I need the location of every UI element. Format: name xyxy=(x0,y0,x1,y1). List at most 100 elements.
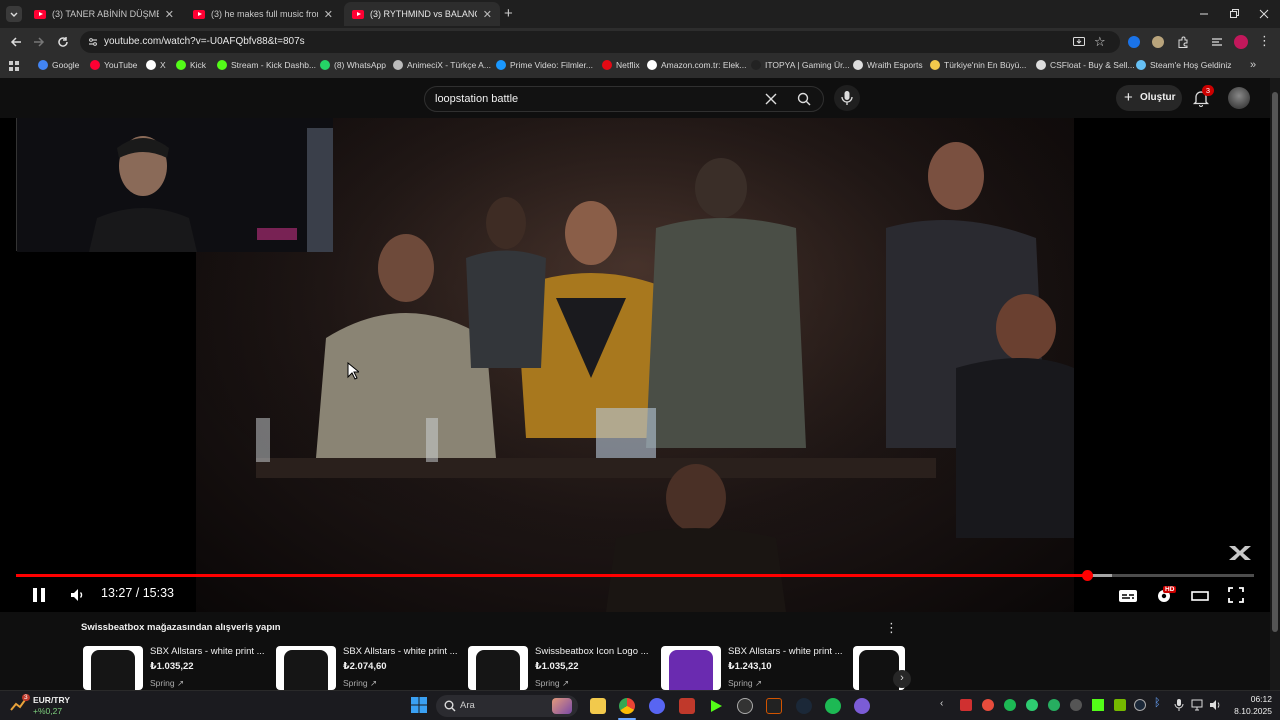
site-info-icon[interactable] xyxy=(88,37,98,47)
bookmark-item[interactable]: Türkiye'nin En Büyü... xyxy=(930,60,1026,70)
close-icon xyxy=(765,93,777,105)
back-button[interactable] xyxy=(8,34,24,50)
bookmark-item[interactable]: Google xyxy=(38,60,79,70)
new-tab-button[interactable]: + xyxy=(504,5,513,22)
microphone-tray-icon[interactable] xyxy=(1174,698,1184,712)
search-input[interactable]: loopstation battle xyxy=(424,86,824,112)
bookmark-star-icon[interactable]: ☆ xyxy=(1094,34,1106,50)
notifications-button[interactable]: 3 xyxy=(1192,85,1214,107)
tab-3[interactable]: (3) RYTHMIND vs BALANCE ✕ xyxy=(344,2,500,26)
stream-app-icon[interactable] xyxy=(679,698,695,714)
bookmark-item[interactable]: YouTube xyxy=(90,60,137,70)
bookmark-item[interactable]: Prime Video: Filmler... xyxy=(496,60,593,70)
tray-app-icon[interactable] xyxy=(1048,699,1060,711)
steam-icon[interactable] xyxy=(796,698,812,714)
restore-button[interactable] xyxy=(1226,6,1242,22)
tray-nvidia-icon[interactable] xyxy=(1114,699,1126,711)
bookmark-item[interactable]: Amazon.com.tr: Elek... xyxy=(647,60,747,70)
tab-2[interactable]: (3) he makes full music from o ✕ xyxy=(185,2,341,26)
bookmark-item[interactable]: AnimeciX - Türkçe A... xyxy=(393,60,491,70)
close-window-button[interactable] xyxy=(1256,6,1272,22)
tray-steam-icon[interactable] xyxy=(1134,699,1146,711)
start-button[interactable] xyxy=(411,697,427,713)
video-player[interactable]: 13:27 / 15:33 HD xyxy=(0,118,1270,612)
theater-mode-button[interactable] xyxy=(1190,588,1210,604)
network-icon[interactable] xyxy=(1190,698,1204,712)
product-card[interactable]: SBX Allstars - white print ... ₺2.074,60… xyxy=(276,646,461,690)
bookmark-item[interactable]: Netflix xyxy=(602,60,640,70)
youtube-favicon-icon xyxy=(34,9,46,19)
apps-grid-icon[interactable] xyxy=(8,60,20,72)
tray-spotify-icon[interactable] xyxy=(1004,699,1016,711)
volume-tray-icon[interactable] xyxy=(1208,698,1222,712)
bookmarks-overflow-icon[interactable]: » xyxy=(1250,59,1256,71)
plus-icon: + xyxy=(1124,89,1133,106)
taskbar-search[interactable]: Ara xyxy=(436,695,578,717)
url-field[interactable]: youtube.com/watch?v=-U0AFQbfv88&t=807s xyxy=(80,31,1120,53)
extensions-puzzle-icon[interactable] xyxy=(1176,35,1190,49)
spotify-icon[interactable] xyxy=(825,698,841,714)
fullscreen-button[interactable] xyxy=(1227,586,1245,604)
restore-icon xyxy=(1230,9,1239,18)
bookmark-item[interactable]: Wraith Esports xyxy=(853,60,923,70)
install-app-icon[interactable] xyxy=(1072,35,1086,49)
product-card[interactable]: SBX Allstars - white print ... ₺1.243,10… xyxy=(661,646,846,690)
tray-app-icon[interactable] xyxy=(1026,699,1038,711)
app-icon[interactable] xyxy=(854,698,870,714)
shelf-more-icon[interactable]: ⋮ xyxy=(885,620,898,636)
create-button[interactable]: + Oluştur xyxy=(1116,85,1182,111)
reload-button[interactable] xyxy=(55,34,71,50)
tab-search-button[interactable] xyxy=(6,6,22,22)
tray-app-icon[interactable] xyxy=(960,699,972,711)
clock[interactable]: 06:12 8.10.2025 xyxy=(1230,694,1272,716)
settings-button[interactable]: HD xyxy=(1155,586,1177,606)
bookmark-item[interactable]: Steam'e Hoş Geldiniz xyxy=(1136,60,1231,70)
pause-button[interactable] xyxy=(30,586,48,604)
file-explorer-icon[interactable] xyxy=(590,698,606,714)
bookmark-item[interactable]: (8) WhatsApp xyxy=(320,60,386,70)
scrollbar-thumb[interactable] xyxy=(1272,92,1278,632)
product-card[interactable]: Swissbeatbox Icon Logo ... ₺1.035,22 Spr… xyxy=(468,646,653,690)
terminal-app-icon[interactable] xyxy=(766,698,782,714)
scrubber-handle[interactable] xyxy=(1081,570,1093,581)
bookmark-item[interactable]: Kick xyxy=(176,60,206,70)
account-avatar[interactable] xyxy=(1228,87,1250,109)
more-vertical-icon[interactable]: ⋮ xyxy=(1258,33,1271,49)
tray-kick-icon[interactable] xyxy=(1092,699,1104,711)
shelf-next-button[interactable]: › xyxy=(893,670,911,688)
close-icon[interactable]: ✕ xyxy=(483,8,492,21)
minimize-button[interactable] xyxy=(1196,6,1212,22)
bookmark-item[interactable]: ITOPYA | Gaming Ür... xyxy=(751,60,850,70)
product-card[interactable]: SBX Allstars - white print ... ₺1.035,22… xyxy=(83,646,268,690)
profile-avatar[interactable] xyxy=(1234,35,1248,49)
channel-watermark-icon[interactable] xyxy=(1226,538,1256,568)
settings-app-icon[interactable] xyxy=(737,698,753,714)
clear-search-button[interactable] xyxy=(764,92,778,106)
extension-icon[interactable] xyxy=(1152,36,1164,48)
bluetooth-icon[interactable]: ᛒ xyxy=(1154,697,1161,709)
bookmark-favicon-icon xyxy=(38,60,48,70)
play-app-icon[interactable] xyxy=(708,698,724,714)
bookmark-item[interactable]: Stream - Kick Dashb... xyxy=(217,60,316,70)
stock-ticker-widget[interactable]: 3 EUR/TRY +%0,27 xyxy=(8,694,80,718)
page-scrollbar[interactable] xyxy=(1270,78,1280,690)
chrome-icon[interactable] xyxy=(619,698,635,714)
bookmark-item[interactable]: X xyxy=(146,60,166,70)
product-store: Spring ↗ xyxy=(150,678,185,688)
tray-overflow-icon[interactable]: ‹ xyxy=(940,698,943,709)
seek-bar[interactable] xyxy=(16,570,1254,581)
tray-app-icon[interactable] xyxy=(1070,699,1082,711)
close-icon[interactable]: ✕ xyxy=(324,8,333,21)
discord-icon[interactable] xyxy=(649,698,665,714)
reading-list-icon[interactable] xyxy=(1210,35,1224,49)
close-icon[interactable]: ✕ xyxy=(165,8,174,21)
extension-icon[interactable] xyxy=(1128,36,1140,48)
tray-app-icon[interactable] xyxy=(982,699,994,711)
search-button[interactable] xyxy=(797,92,811,106)
tab-1[interactable]: (3) TANER ABİNİN DÜŞME SAH ✕ xyxy=(26,2,182,26)
bookmark-item[interactable]: CSFloat - Buy & Sell... xyxy=(1036,60,1135,70)
mute-button[interactable] xyxy=(69,586,87,604)
subtitles-button[interactable] xyxy=(1118,588,1138,604)
voice-search-button[interactable] xyxy=(834,85,860,111)
forward-button[interactable] xyxy=(31,34,47,50)
